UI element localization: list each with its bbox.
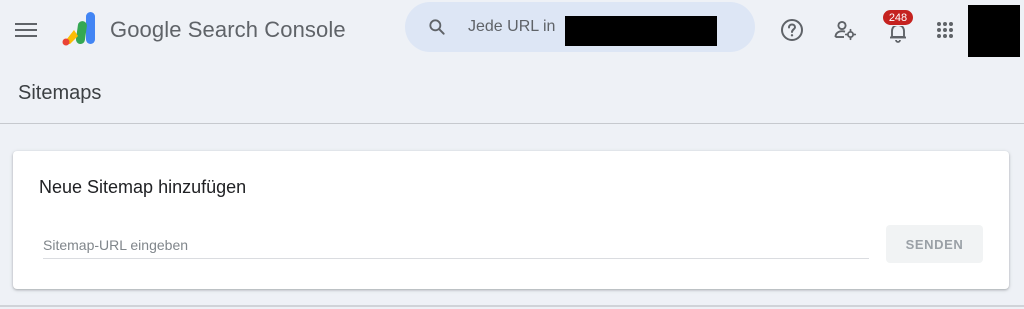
top-app-bar: Google Search Console Jede URL in 248 bbox=[0, 0, 1024, 64]
page-header: Sitemaps bbox=[0, 64, 1024, 124]
search-icon[interactable] bbox=[427, 17, 447, 37]
redacted-property-name bbox=[565, 16, 717, 46]
hamburger-menu-icon[interactable] bbox=[10, 14, 42, 46]
card-title: Neue Sitemap hinzufügen bbox=[39, 177, 247, 197]
avatar[interactable] bbox=[968, 5, 1020, 57]
help-icon[interactable] bbox=[776, 14, 808, 46]
send-button[interactable]: SENDEN bbox=[886, 225, 983, 263]
notification-count-badge[interactable]: 248 bbox=[882, 9, 914, 26]
person-settings-icon[interactable] bbox=[829, 14, 861, 46]
apps-grid-icon[interactable] bbox=[929, 14, 961, 46]
add-sitemap-card: Neue Sitemap hinzufügen SENDEN bbox=[13, 151, 1009, 289]
app-title[interactable]: Google Search Console bbox=[110, 17, 346, 43]
page-title: Sitemaps bbox=[18, 82, 102, 104]
search-input[interactable] bbox=[468, 16, 564, 38]
search-console-logo[interactable] bbox=[60, 10, 100, 48]
divider bbox=[0, 305, 1024, 307]
sitemap-url-input[interactable] bbox=[43, 231, 869, 259]
